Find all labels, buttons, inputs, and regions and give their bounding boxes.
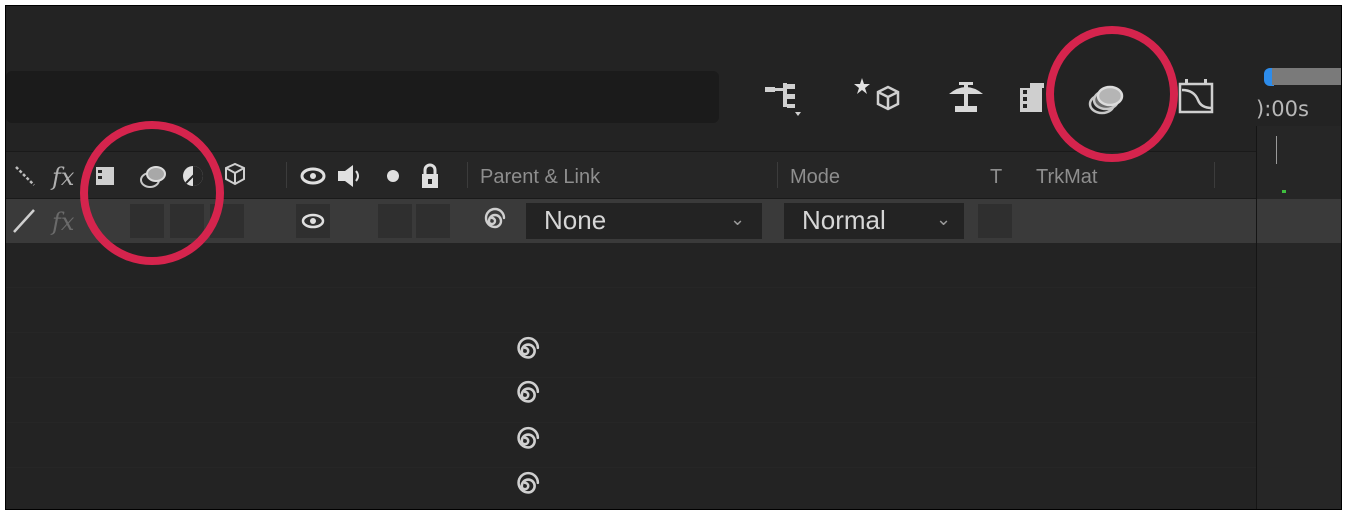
playhead-line [1276,136,1277,164]
motion-blur-master-icon[interactable] [941,74,991,124]
solo-switch[interactable] [378,204,412,238]
pick-whip-icon[interactable] [510,380,540,410]
chevron-down-icon: ⌄ [936,209,952,229]
draft-3d-icon[interactable] [852,74,902,124]
highlight-circle [1046,26,1178,162]
highlight-circle [80,121,224,265]
parent-dropdown-value: None [544,205,607,235]
cache-indicator [1282,190,1286,193]
blend-mode-dropdown-value: Normal [802,205,886,235]
work-area-bar[interactable] [1272,68,1341,85]
av-features-header-icons [300,163,438,188]
preserve-transparency-checkbox[interactable] [978,204,1012,238]
pick-whip-icon[interactable] [510,336,540,366]
preserve-transparency-column-header[interactable]: T [990,166,1002,189]
switches-icons: fx [13,208,75,236]
empty-layer-row [6,468,1256,509]
timeline-window: ):00s fx Parent & Link Mode T TrkMat fx … [5,5,1342,510]
pick-whip-icon[interactable] [510,426,540,456]
chevron-down-icon: ⌄ [730,209,746,229]
svg-text:fx: fx [50,208,75,236]
trkmat-column-header[interactable]: TrkMat [1036,166,1097,189]
video-visibility-toggle[interactable] [296,204,330,238]
time-ruler-label: ):00s [1256,97,1309,121]
layer-search-input[interactable] [6,71,719,123]
parent-link-column-header[interactable]: Parent & Link [480,166,600,189]
flowchart-icon[interactable] [761,74,811,124]
lock-switch[interactable] [416,204,450,238]
parent-dropdown[interactable]: None ⌄ [526,203,762,239]
timeline-graph-area[interactable] [1256,126,1341,509]
empty-layer-row [6,333,1256,378]
graph-editor-icon[interactable] [1176,74,1226,124]
mode-column-header[interactable]: Mode [790,166,840,189]
blend-mode-dropdown[interactable]: Normal ⌄ [784,203,964,239]
layer-duration-bar[interactable] [1257,199,1341,243]
pick-whip-icon[interactable] [510,471,540,501]
empty-layer-row [6,423,1256,468]
eye-icon [301,213,325,229]
svg-text:fx: fx [50,163,75,191]
pick-whip-icon[interactable] [478,207,506,235]
empty-layer-row [6,288,1256,333]
empty-layer-row [6,378,1256,423]
